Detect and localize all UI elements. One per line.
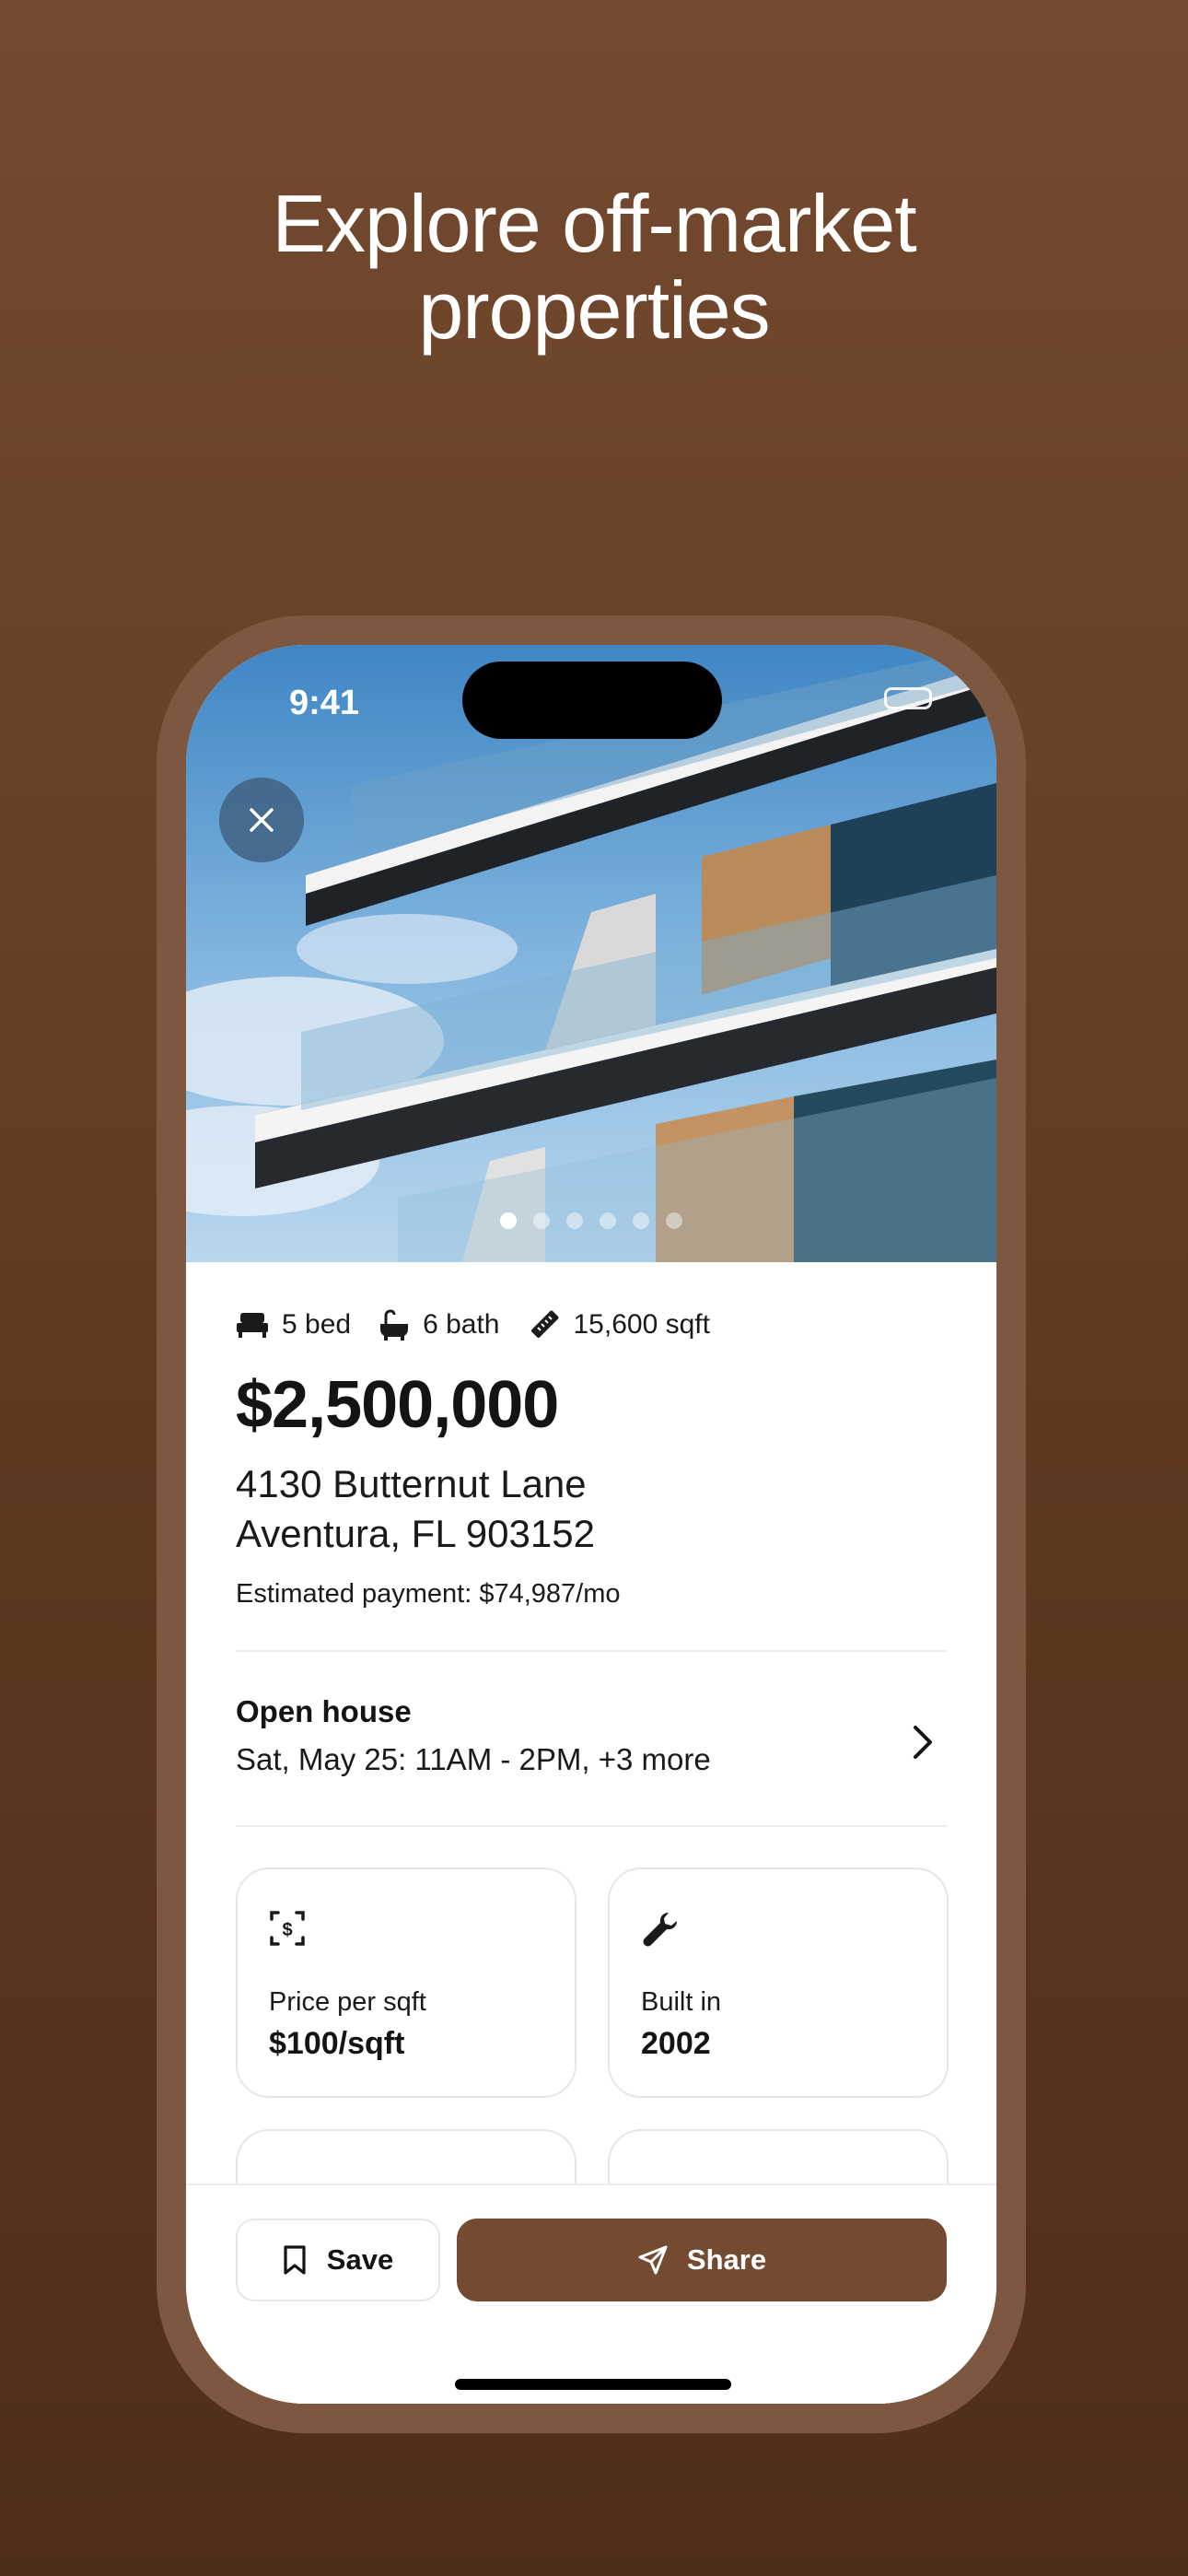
beds-fact: 5 bed <box>236 1309 351 1341</box>
pagination-dot[interactable] <box>533 1212 550 1229</box>
bed-icon <box>237 1313 268 1338</box>
home-indicator <box>455 2379 731 2390</box>
open-house-schedule: Sat, May 25: 11AM - 2PM, +3 more <box>236 1742 711 1776</box>
pagination-dot[interactable] <box>633 1212 649 1229</box>
address-line-2: Aventura, FL 903152 <box>236 1512 595 1555</box>
property-facts: 5 bed 6 bath 15,600 sqft <box>236 1305 947 1345</box>
divider <box>236 1825 947 1827</box>
detail-cards: $ Price per sqft $100/sqft Built in 2002 <box>236 1868 949 2184</box>
pagination-dot[interactable] <box>600 1212 616 1229</box>
headline-line-1: Explore off-market <box>272 178 916 269</box>
price-per-sqft-value: $100/sqft <box>269 2026 405 2061</box>
headline-line-2: properties <box>418 264 770 356</box>
detail-card[interactable] <box>608 2129 949 2184</box>
bookmark-icon <box>284 2245 306 2275</box>
listing-address: 4130 Butternut Lane Aventura, FL 903152 <box>236 1459 947 1559</box>
save-label: Save <box>326 2243 394 2276</box>
listing-details: 5 bed 6 bath 15,600 sqft $2,500,000 4130… <box>236 1262 949 2184</box>
property-photo[interactable]: 9:41 <box>186 645 996 1262</box>
price-tag-icon: $ <box>270 1911 305 1946</box>
close-button[interactable] <box>219 778 304 862</box>
wrench-icon <box>643 1913 677 1947</box>
headline: Explore off-market properties <box>0 181 1188 354</box>
address-line-1: 4130 Butternut Lane <box>236 1462 587 1505</box>
beds-label: 5 bed <box>282 1309 352 1340</box>
pagination-dot[interactable] <box>566 1212 583 1229</box>
status-time: 9:41 <box>289 684 360 722</box>
built-in-value: 2002 <box>641 2026 711 2061</box>
detail-card[interactable] <box>236 2129 577 2184</box>
area-label: 15,600 sqft <box>573 1309 710 1340</box>
pagination-dot[interactable] <box>666 1212 682 1229</box>
chevron-right-icon <box>914 1726 932 1759</box>
phone-screen: 9:41 5 bed 6 bath 15,600 sqft $2,500,000… <box>186 645 996 2404</box>
built-in-card[interactable]: Built in 2002 <box>608 1868 949 2098</box>
send-icon <box>638 2245 668 2275</box>
pagination-dot[interactable] <box>500 1212 517 1229</box>
listing-price: $2,500,000 <box>236 1368 559 1442</box>
baths-label: 6 bath <box>423 1309 500 1340</box>
estimated-payment: Estimated payment: $74,987/mo <box>236 1579 621 1609</box>
share-label: Share <box>686 2243 767 2276</box>
gallery-pagination <box>186 1212 996 1229</box>
built-in-label: Built in <box>641 1987 722 2017</box>
close-icon <box>250 808 274 832</box>
open-house-row[interactable]: Open house Sat, May 25: 11AM - 2PM, +3 m… <box>236 1652 947 1825</box>
svg-text:$: $ <box>282 1920 292 1940</box>
baths-fact: 6 bath <box>379 1309 500 1341</box>
open-house-title: Open house <box>236 1694 412 1728</box>
save-button[interactable]: Save <box>236 2219 440 2301</box>
ruler-icon <box>530 1310 558 1339</box>
price-per-sqft-card[interactable]: $ Price per sqft $100/sqft <box>236 1868 577 2098</box>
action-bar: Save Share <box>186 2184 996 2404</box>
battery-icon <box>884 687 932 709</box>
share-button[interactable]: Share <box>457 2219 947 2301</box>
dynamic-island <box>462 662 722 739</box>
bathtub-icon <box>380 1309 409 1341</box>
price-per-sqft-label: Price per sqft <box>269 1987 426 2017</box>
area-fact: 15,600 sqft <box>528 1308 710 1341</box>
